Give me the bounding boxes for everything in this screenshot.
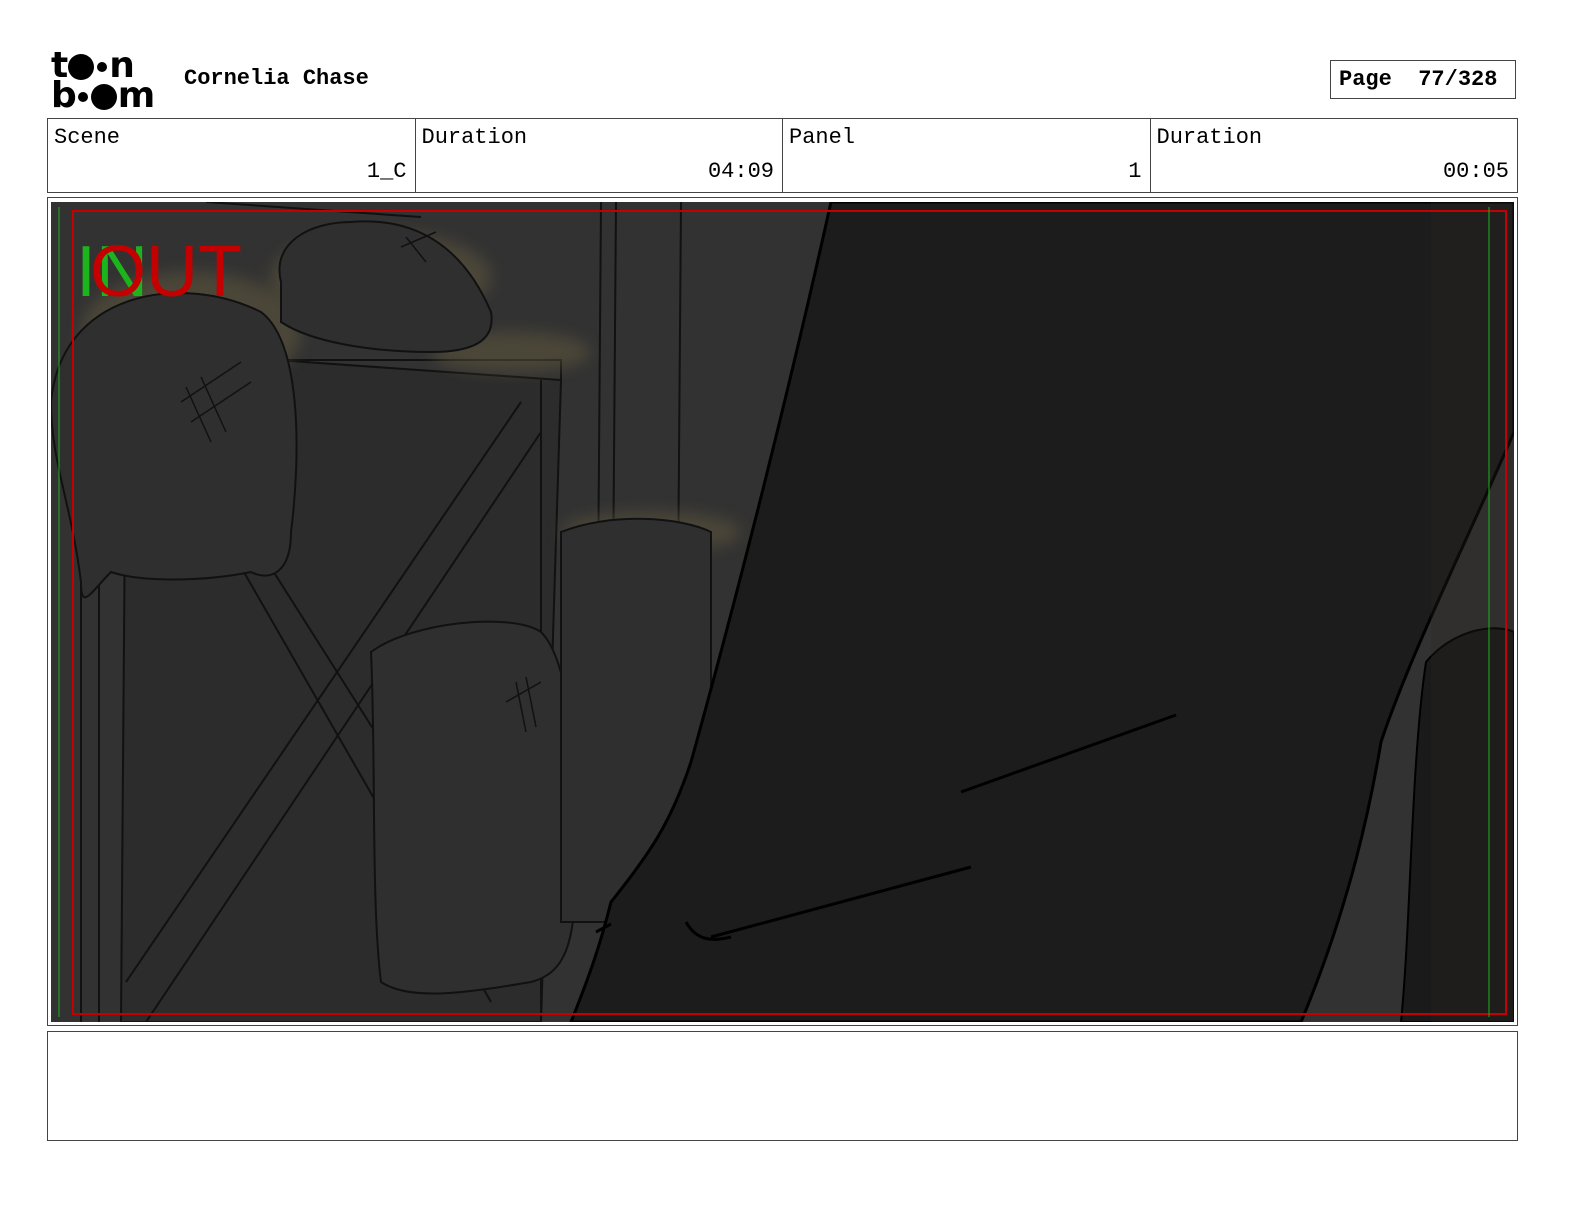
scene-label: Scene [54, 125, 121, 150]
page-label: Page [1339, 67, 1392, 92]
scene-duration-cell: Duration 04:09 [416, 119, 783, 192]
page-number: 77/328 [1418, 67, 1498, 92]
panel-value: 1 [1128, 159, 1142, 184]
toonboom-logo: tn bm [51, 48, 163, 116]
out-marker: OUT [90, 232, 242, 312]
in-out-markers: IN OUT [76, 232, 242, 472]
scene-cell: Scene 1_C [48, 119, 416, 192]
panel-notes-box[interactable] [47, 1031, 1518, 1141]
panel-duration-label: Duration [1156, 125, 1263, 150]
scene-duration-value: 04:09 [707, 159, 774, 184]
storyboard-panel-image: IN OUT [51, 202, 1514, 1022]
project-title: Cornelia Chase [184, 66, 369, 91]
panel-duration-cell: Duration 00:05 [1151, 119, 1518, 192]
scene-duration-label: Duration [421, 125, 528, 150]
panel-label: Panel [789, 125, 856, 150]
scene-info-table: Scene 1_C Duration 04:09 Panel 1 Duratio… [47, 118, 1518, 193]
logo-bottom-row: bm [51, 75, 155, 116]
panel-cell: Panel 1 [783, 119, 1151, 192]
panel-drawing [51, 202, 1514, 1022]
panel-duration-value: 00:05 [1442, 159, 1509, 184]
page-indicator: Page 77/328 [1330, 60, 1516, 99]
scene-value: 1_C [366, 159, 407, 184]
